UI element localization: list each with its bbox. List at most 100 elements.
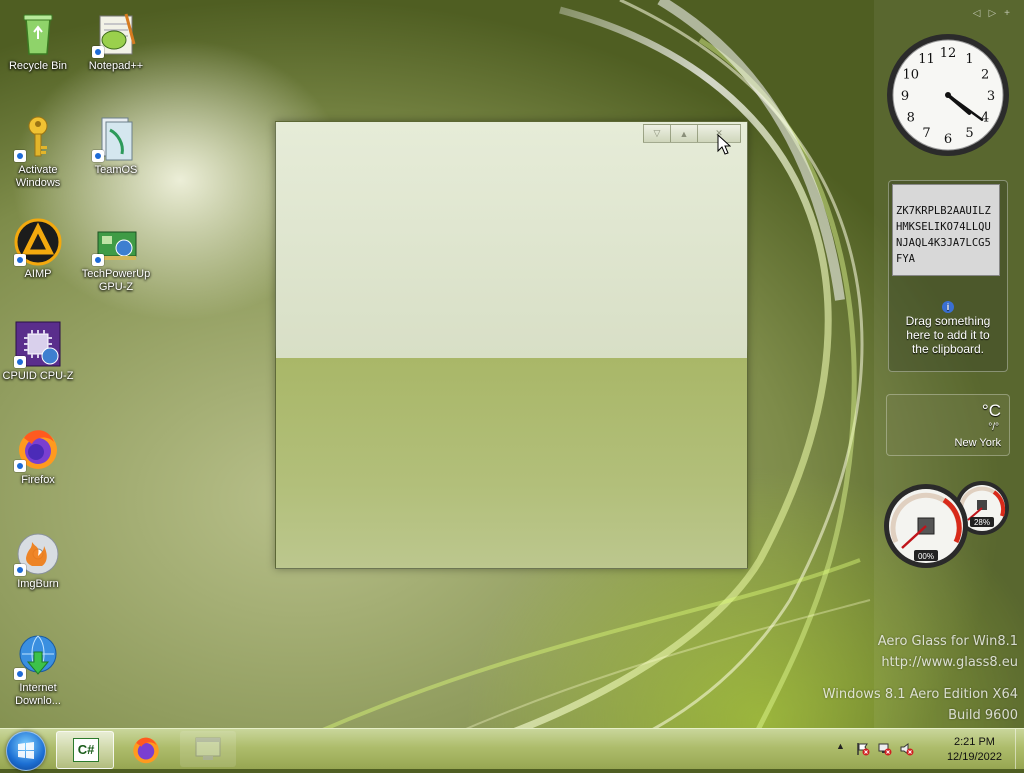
shortcut-arrow-icon [92,254,104,266]
start-button[interactable] [6,731,46,771]
weather-gadget[interactable]: °C °/° New York [886,394,1010,456]
watermark-line3: Windows 8.1 Aero Edition X64 [822,687,1018,702]
desktop-icon-label: Notepad++ [88,60,144,72]
desktop-icon-cpuid-cpu-z[interactable]: CPUID CPU-Z [1,320,75,383]
clock-number: 4 [981,111,989,126]
cpu-meter-gadget[interactable]: 00% 28% [884,476,1012,572]
watermark-build: Windows 8.1 Aero Edition X64 Build 9600 [823,684,1018,726]
clock-number: 8 [907,111,915,126]
network-icon[interactable] [878,742,892,756]
shortcut-arrow-icon [14,460,26,472]
desktop-icon-teamos[interactable]: TeamOS [79,114,153,177]
desktop-icon-aimp[interactable]: AIMP [1,218,75,281]
taskbar-item-window[interactable] [180,731,236,767]
teamos-icon [92,114,140,162]
show-desktop-button[interactable] [1015,729,1024,769]
shortcut-arrow-icon [92,46,104,58]
csharp-app-icon: C# [73,738,99,762]
mouse-cursor-icon [717,134,731,155]
clock-number: 5 [965,126,973,141]
clipboard-content[interactable]: ZK7KRPLB2AAUILZHMKSELIKO74LLQUNJAQL4K3JA… [892,184,1000,276]
weather-city: New York [954,437,1001,449]
cpu-percent: 00% [918,552,934,561]
desktop-icon-internet-download[interactable]: Internet Downlo... [1,632,75,708]
cpu-z-icon [14,320,62,368]
shortcut-arrow-icon [14,356,26,368]
info-icon: i [942,301,954,313]
desktop-icon-label: Firefox [21,474,55,486]
clipboard-gadget[interactable]: ZK7KRPLB2AAUILZHMKSELIKO74LLQUNJAQL4K3JA… [888,180,1008,372]
previous-arrow-icon[interactable]: ◁ [973,8,989,19]
key-icon [14,114,62,162]
firefox-icon [133,737,159,764]
weather-unit: °C [981,401,1001,420]
chevron-down-icon: ▽ [653,128,661,138]
action-center-flag-icon[interactable] [856,742,870,756]
clock-number: 6 [944,132,952,147]
clipboard-hint-text: Drag something here to add it to the cli… [905,314,991,356]
window-app-icon [195,737,221,760]
clock-number: 2 [981,68,989,83]
clock-number: 3 [987,89,995,104]
blank-window[interactable]: ▽ ▲ ✕ [275,121,748,569]
desktop-icon-label: Activate Windows [15,164,61,189]
next-arrow-icon[interactable]: ▷ [988,8,1004,19]
system-tray: ▲ 2:21 PM 12/19/2022 [834,729,1024,769]
watermark-line2: http://www.glass8.eu [881,655,1018,670]
clock-number: 12 [940,46,957,61]
watermark-line4: Build 9600 [948,708,1018,723]
memory-percent: 28% [974,518,990,527]
watermark: Aero Glass for Win8.1 http://www.glass8.… [878,631,1018,673]
taskbar-item-firefox[interactable] [118,731,174,767]
window-lower-panel [276,358,747,568]
recycle-bin-icon [14,10,62,58]
gadget-sidebar-controls: ◁▷+ [973,8,1018,19]
desktop-icon-imgburn[interactable]: ImgBurn [1,528,75,591]
add-gadget-icon[interactable]: + [1004,8,1018,19]
desktop-icon-label: ImgBurn [17,578,59,590]
taskbar-time: 2:21 PM [953,736,995,748]
windows-logo-icon [18,742,34,759]
taskbar: C# ▲ 2:21 PM 12/19/2022 [0,728,1024,771]
watermark-line1: Aero Glass for Win8.1 [877,634,1018,649]
gpu-z-icon [92,218,140,266]
clock-number: 10 [903,68,920,83]
taskbar-item-csharp[interactable]: C# [56,731,114,769]
desktop-icon-label: AIMP [24,268,52,280]
shortcut-arrow-icon [14,150,26,162]
desktop-icon-label: TeamOS [94,164,138,176]
clipboard-hint: i Drag something here to add it to the c… [889,299,1007,356]
imgburn-icon [14,528,62,576]
clock-number: 1 [965,52,973,67]
clock-gadget[interactable]: 12 12 3 45678 9 1011 [886,33,1010,157]
window-upper-panel [276,122,747,358]
taskbar-date: 12/19/2022 [946,751,1002,763]
desktop-icon-notepad-plus-plus[interactable]: Notepad++ [79,10,153,73]
volume-muted-icon[interactable] [900,742,914,756]
weather-temperature: °/° [988,422,999,433]
desktop-icon-recycle-bin[interactable]: Recycle Bin [1,10,75,73]
clock-number: 11 [918,52,935,67]
internet-download-manager-icon [14,632,62,680]
desktop-icon-techpowerup-gpu-z[interactable]: TechPowerUp GPU-Z [79,218,153,294]
maximize-button[interactable]: ▲ [671,124,698,143]
desktop-icon-label: Recycle Bin [8,60,68,72]
clock-number: 9 [901,89,909,104]
taskbar-clock[interactable]: 2:21 PM 12/19/2022 [947,735,1002,765]
minimize-button[interactable]: ▽ [643,124,671,143]
shortcut-arrow-icon [14,254,26,266]
show-hidden-icons-button[interactable]: ▲ [836,741,850,755]
shortcut-arrow-icon [92,150,104,162]
desktop-icon-firefox[interactable]: Firefox [1,424,75,487]
desktop-icon-label: Internet Downlo... [15,682,61,707]
shortcut-arrow-icon [14,668,26,680]
desktop-icon-label: CPUID CPU-Z [2,370,74,382]
clock-number: 7 [922,126,930,141]
aimp-icon [14,218,62,266]
desktop-icon-activate-windows[interactable]: Activate Windows [1,114,75,190]
shortcut-arrow-icon [14,564,26,576]
triangle-up-icon: ▲ [679,128,689,139]
notepad-plus-plus-icon [92,10,140,58]
desktop-icon-label: TechPowerUp GPU-Z [81,268,151,293]
csharp-label: C# [77,742,95,757]
